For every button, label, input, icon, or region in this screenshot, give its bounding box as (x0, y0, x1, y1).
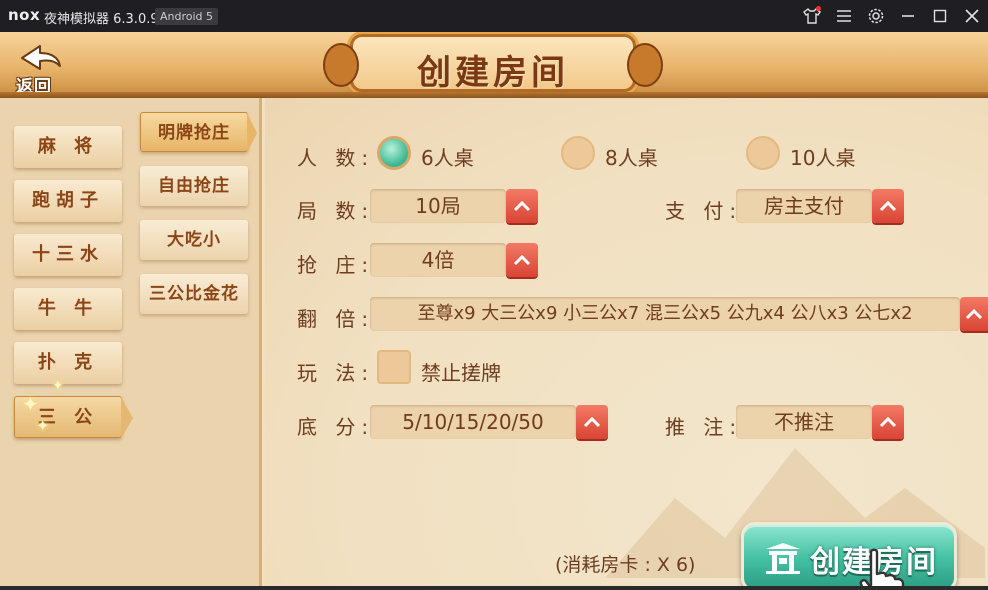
sparkle-icon: ✦ (22, 392, 39, 416)
banker-field[interactable]: 4倍 (370, 243, 506, 277)
game-screen: 返回 创建房间 麻 将 跑胡子 十三水 牛 牛 扑 克 三 公 ✦ ✦ ✦ 明牌… (0, 32, 988, 586)
header-band: 返回 创建房间 (0, 32, 988, 98)
mode-mingpai-qiangzhuang[interactable]: 明牌抢庄 (140, 112, 257, 153)
chevron-up-icon (513, 200, 531, 212)
radio-8-players-label: 8人桌 (605, 146, 658, 170)
minimize-icon[interactable] (898, 6, 918, 26)
play-rules-label: 玩 法: (297, 361, 375, 385)
push-bet-field[interactable]: 不推注 (736, 405, 872, 439)
title-plaque: 创建房间 (323, 34, 663, 93)
players-label: 人 数: (297, 146, 375, 170)
radio-6-players[interactable] (377, 136, 411, 170)
no-rub-label: 禁止搓牌 (421, 361, 501, 385)
radio-10-players[interactable] (746, 136, 780, 170)
back-button[interactable]: 返回 (12, 40, 66, 97)
chevron-up-icon (879, 200, 897, 212)
category-poker[interactable]: 扑 克 (14, 342, 122, 384)
push-bet-label: 推 注: (665, 415, 743, 439)
rounds-field[interactable]: 10局 (370, 189, 506, 223)
category-paohuzi[interactable]: 跑胡子 (14, 180, 122, 222)
settings-panel: 人 数: 6人桌 8人桌 10人桌 局 数: 10局 支 付: 房主支付 抢 庄… (265, 98, 988, 586)
pointing-hand-icon (859, 548, 905, 586)
mode-dachixiao[interactable]: 大吃小 (140, 220, 248, 260)
left-panel: 麻 将 跑胡子 十三水 牛 牛 扑 克 三 公 ✦ ✦ ✦ 明牌抢庄 自由抢庄 … (0, 98, 262, 586)
banker-dropdown-button[interactable] (506, 243, 538, 277)
rounds-dropdown-button[interactable] (506, 189, 538, 223)
emulator-title: 夜神模拟器 6.3.0.9 (44, 12, 159, 27)
menu-icon[interactable] (834, 6, 854, 26)
radio-10-players-label: 10人桌 (790, 146, 856, 170)
banker-label: 抢 庄: (297, 253, 375, 277)
base-score-dropdown-button[interactable] (576, 405, 608, 439)
radio-8-players[interactable] (561, 136, 595, 170)
multiplier-field[interactable]: 至尊x9 大三公x9 小三公x7 混三公x5 公九x4 公八x3 公七x2 (370, 297, 960, 331)
category-niuniu[interactable]: 牛 牛 (14, 288, 122, 330)
page-title: 创建房间 (417, 53, 569, 93)
create-room-button[interactable]: 创建房间 (741, 522, 957, 586)
maximize-icon[interactable] (930, 6, 950, 26)
chevron-up-icon (879, 416, 897, 428)
category-shisanshui[interactable]: 十三水 (14, 234, 122, 276)
gate-icon (766, 543, 800, 574)
no-rub-checkbox[interactable] (377, 350, 411, 384)
chevron-up-icon (965, 308, 983, 320)
chevron-up-icon (513, 254, 531, 266)
sparkle-icon: ✦ (36, 416, 50, 435)
base-score-label: 底 分: (297, 415, 375, 439)
back-label: 返回 (16, 77, 52, 97)
chevron-up-icon (583, 416, 601, 428)
sparkle-icon: ✦ (52, 378, 64, 394)
rounds-label: 局 数: (297, 199, 375, 223)
game-bottom-edge (0, 586, 988, 590)
notification-dot (816, 6, 821, 11)
base-score-field[interactable]: 5/10/15/20/50 (370, 405, 576, 439)
nox-logo: nox (8, 6, 41, 24)
room-card-cost: (消耗房卡 : X 6) (555, 554, 696, 576)
back-arrow-icon (21, 45, 61, 70)
emulator-titlebar: nox 夜神模拟器 6.3.0.9 Android 5 (0, 0, 988, 32)
multiplier-dropdown-button[interactable] (960, 297, 988, 331)
payment-label: 支 付: (665, 199, 743, 223)
mode-sangong-bijinhua[interactable]: 三公比金花 (140, 274, 248, 314)
push-bet-dropdown-button[interactable] (872, 405, 904, 439)
category-mahjong[interactable]: 麻 将 (14, 126, 122, 168)
payment-field[interactable]: 房主支付 (736, 189, 872, 223)
payment-dropdown-button[interactable] (872, 189, 904, 223)
close-icon[interactable] (962, 6, 982, 26)
radio-6-players-label: 6人桌 (421, 146, 474, 170)
multiplier-label: 翻 倍: (297, 307, 375, 331)
gear-icon[interactable] (866, 6, 886, 26)
shirt-icon[interactable] (802, 6, 822, 26)
android-version-badge: Android 5 (155, 8, 219, 25)
mode-ziyou-qiangzhuang[interactable]: 自由抢庄 (140, 166, 248, 206)
